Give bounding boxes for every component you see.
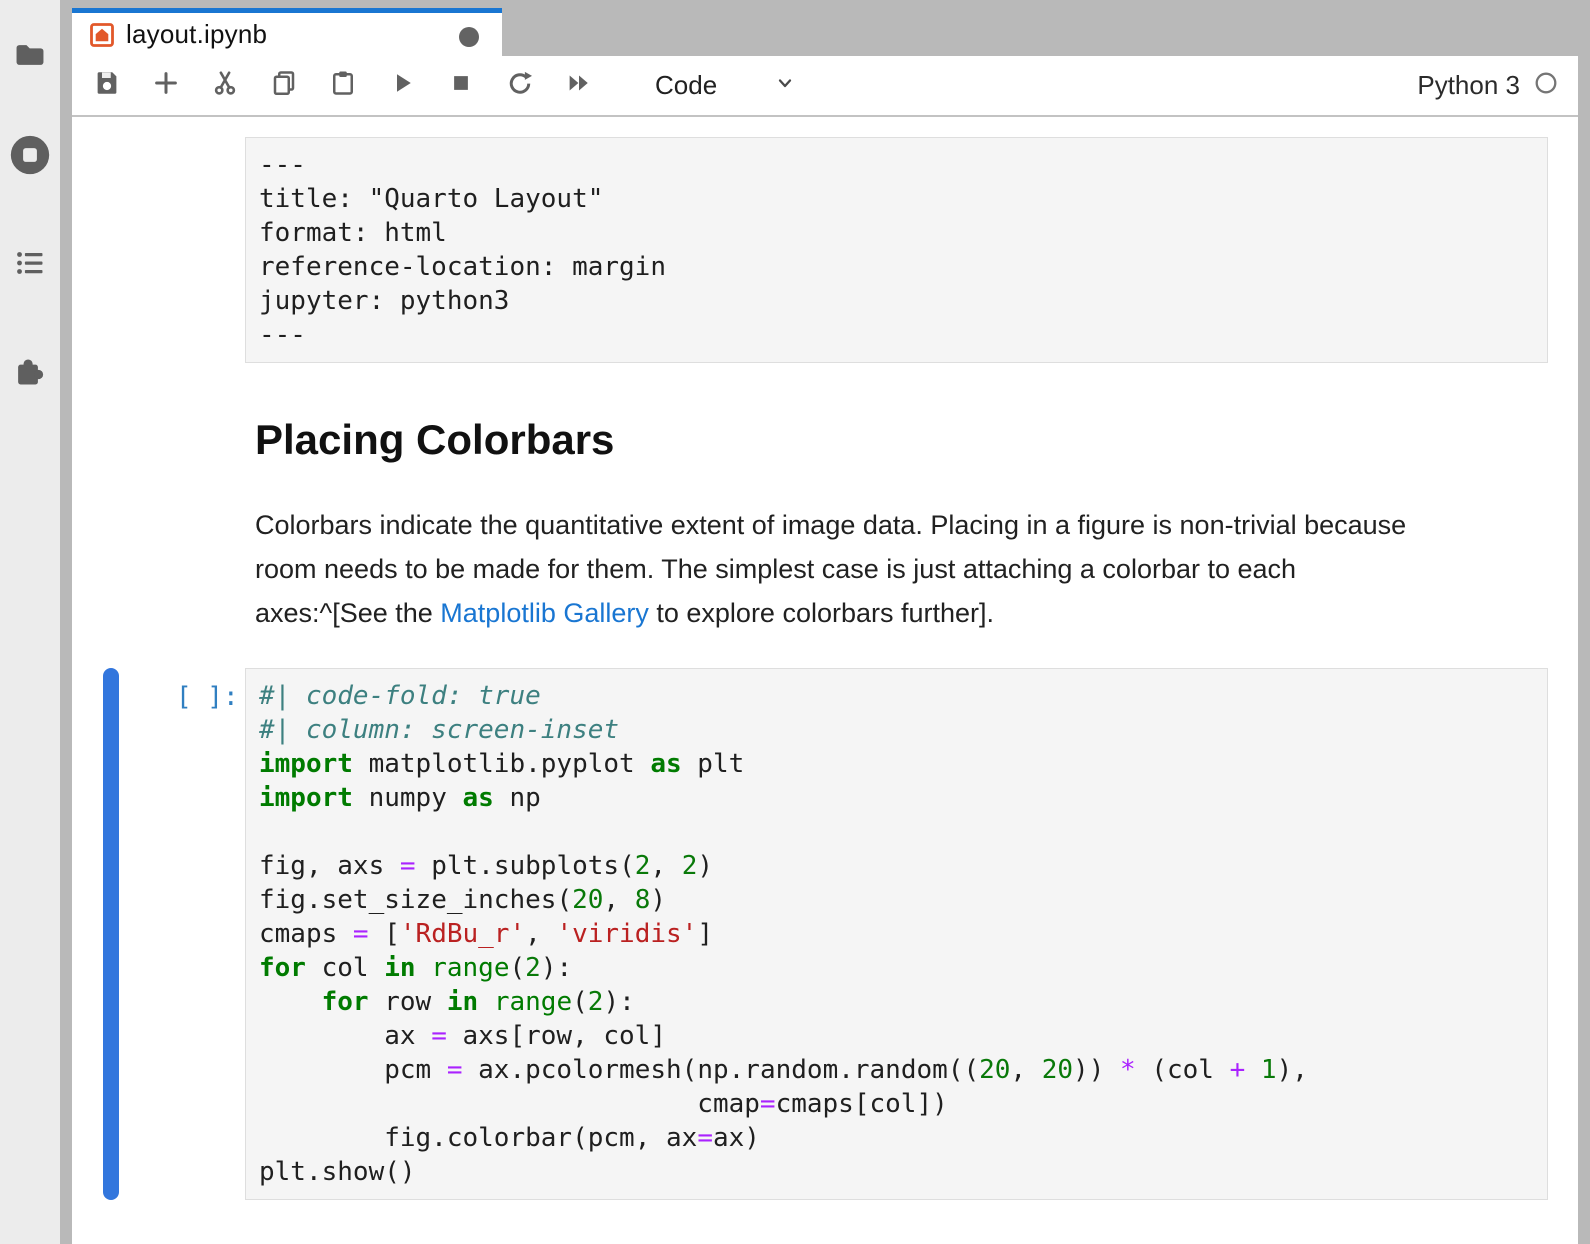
restart-icon bbox=[505, 68, 535, 103]
code-line: for row in range(2): bbox=[259, 985, 1534, 1019]
paragraph-text: Colorbars indicate the quantitative exte… bbox=[255, 510, 1406, 540]
cell-type-dropdown[interactable]: Code bbox=[655, 70, 797, 101]
paragraph-line: axes:^[See the Matplotlib Gallery to exp… bbox=[255, 591, 1578, 635]
cell-type-label: Code bbox=[655, 70, 717, 101]
notebook-icon bbox=[88, 21, 116, 49]
copy-icon bbox=[269, 68, 299, 103]
code-line: cmaps = ['RdBu_r', 'viridis'] bbox=[259, 917, 1534, 951]
code-line bbox=[259, 815, 1534, 849]
raw-line: title: "Quarto Layout" bbox=[259, 182, 1534, 216]
notebook-toolbar: Code Python 3 bbox=[72, 56, 1578, 117]
run-cell-button[interactable] bbox=[387, 71, 417, 101]
cut-cells-button[interactable] bbox=[210, 71, 240, 101]
sidebar-item-running-kernels[interactable] bbox=[0, 132, 60, 178]
paste-cells-button[interactable] bbox=[328, 71, 358, 101]
raw-line: format: html bbox=[259, 216, 1534, 250]
code-cell: [ ]: #| code-fold: true#| column: screen… bbox=[72, 668, 1578, 1200]
restart-run-all-button[interactable] bbox=[564, 71, 594, 101]
input-prompt: [ ]: bbox=[176, 680, 239, 714]
folder-icon bbox=[13, 38, 47, 72]
raw-cell: ---title: "Quarto Layout"format: htmlref… bbox=[72, 137, 1578, 363]
stop-circle-icon bbox=[7, 132, 53, 178]
cell-collapser[interactable] bbox=[103, 668, 119, 1200]
dock-panel: layout.ipynb Code Python 3 ---title: "Qu… bbox=[72, 0, 1578, 1244]
add-icon bbox=[151, 68, 181, 103]
run-icon bbox=[387, 68, 417, 103]
puzzle-icon bbox=[11, 352, 49, 390]
activity-sidebar bbox=[0, 0, 60, 1244]
tab-title: layout.ipynb bbox=[126, 19, 267, 50]
fast-forward-icon bbox=[564, 68, 594, 103]
raw-line: jupyter: python3 bbox=[259, 284, 1534, 318]
unsaved-changes-dot[interactable] bbox=[459, 27, 479, 47]
sidebar-item-extensions[interactable] bbox=[0, 352, 60, 390]
tab-bar: layout.ipynb bbox=[72, 0, 1578, 56]
sidebar-item-table-of-contents[interactable] bbox=[0, 246, 60, 280]
paragraph-text: to explore colorbars further]. bbox=[649, 598, 994, 628]
code-line: import matplotlib.pyplot as plt bbox=[259, 747, 1534, 781]
insert-cell-button[interactable] bbox=[151, 71, 181, 101]
code-line: fig.set_size_inches(20, 8) bbox=[259, 883, 1534, 917]
code-line: plt.show() bbox=[259, 1155, 1534, 1189]
raw-line: reference-location: margin bbox=[259, 250, 1534, 284]
interrupt-kernel-button[interactable] bbox=[446, 71, 476, 101]
markdown-paragraph: Colorbars indicate the quantitative exte… bbox=[255, 503, 1578, 635]
markdown-cell: Placing Colorbars Colorbars indicate the… bbox=[255, 419, 1578, 635]
paragraph-text: axes:^[See the bbox=[255, 598, 440, 628]
raw-line: --- bbox=[259, 318, 1534, 352]
code-line: ax = axs[row, col] bbox=[259, 1019, 1534, 1053]
kernel-status-icon[interactable] bbox=[1534, 71, 1558, 100]
notebook-content: ---title: "Quarto Layout"format: htmlref… bbox=[72, 117, 1578, 1244]
code-line: import numpy as np bbox=[259, 781, 1534, 815]
restart-kernel-button[interactable] bbox=[505, 71, 535, 101]
matplotlib-gallery-link[interactable]: Matplotlib Gallery bbox=[440, 598, 649, 628]
chevron-down-icon bbox=[717, 71, 797, 100]
code-editor[interactable]: #| code-fold: true#| column: screen-inse… bbox=[245, 668, 1548, 1200]
tab-layout-ipynb[interactable]: layout.ipynb bbox=[72, 8, 502, 56]
stop-icon bbox=[446, 68, 476, 103]
raw-cell-editor[interactable]: ---title: "Quarto Layout"format: htmlref… bbox=[245, 137, 1548, 363]
raw-line: --- bbox=[259, 148, 1534, 182]
paragraph-line: room needs to be made for them. The simp… bbox=[255, 547, 1578, 591]
list-icon bbox=[13, 246, 47, 280]
code-line: #| column: screen-inset bbox=[259, 713, 1534, 747]
kernel-name[interactable]: Python 3 bbox=[1417, 70, 1520, 101]
copy-cells-button[interactable] bbox=[269, 71, 299, 101]
paste-icon bbox=[328, 68, 358, 103]
code-line: pcm = ax.pcolormesh(np.random.random((20… bbox=[259, 1053, 1534, 1087]
sidebar-item-file-browser[interactable] bbox=[0, 38, 60, 72]
paragraph-text: room needs to be made for them. The simp… bbox=[255, 554, 1296, 584]
code-line: cmap=cmaps[col]) bbox=[259, 1087, 1534, 1121]
save-icon bbox=[92, 68, 122, 103]
save-button[interactable] bbox=[92, 71, 122, 101]
cut-icon bbox=[210, 68, 240, 103]
code-line: fig, axs = plt.subplots(2, 2) bbox=[259, 849, 1534, 883]
code-line: #| code-fold: true bbox=[259, 679, 1534, 713]
code-line: fig.colorbar(pcm, ax=ax) bbox=[259, 1121, 1534, 1155]
code-line: for col in range(2): bbox=[259, 951, 1534, 985]
paragraph-line: Colorbars indicate the quantitative exte… bbox=[255, 503, 1578, 547]
markdown-heading: Placing Colorbars bbox=[255, 419, 1578, 461]
